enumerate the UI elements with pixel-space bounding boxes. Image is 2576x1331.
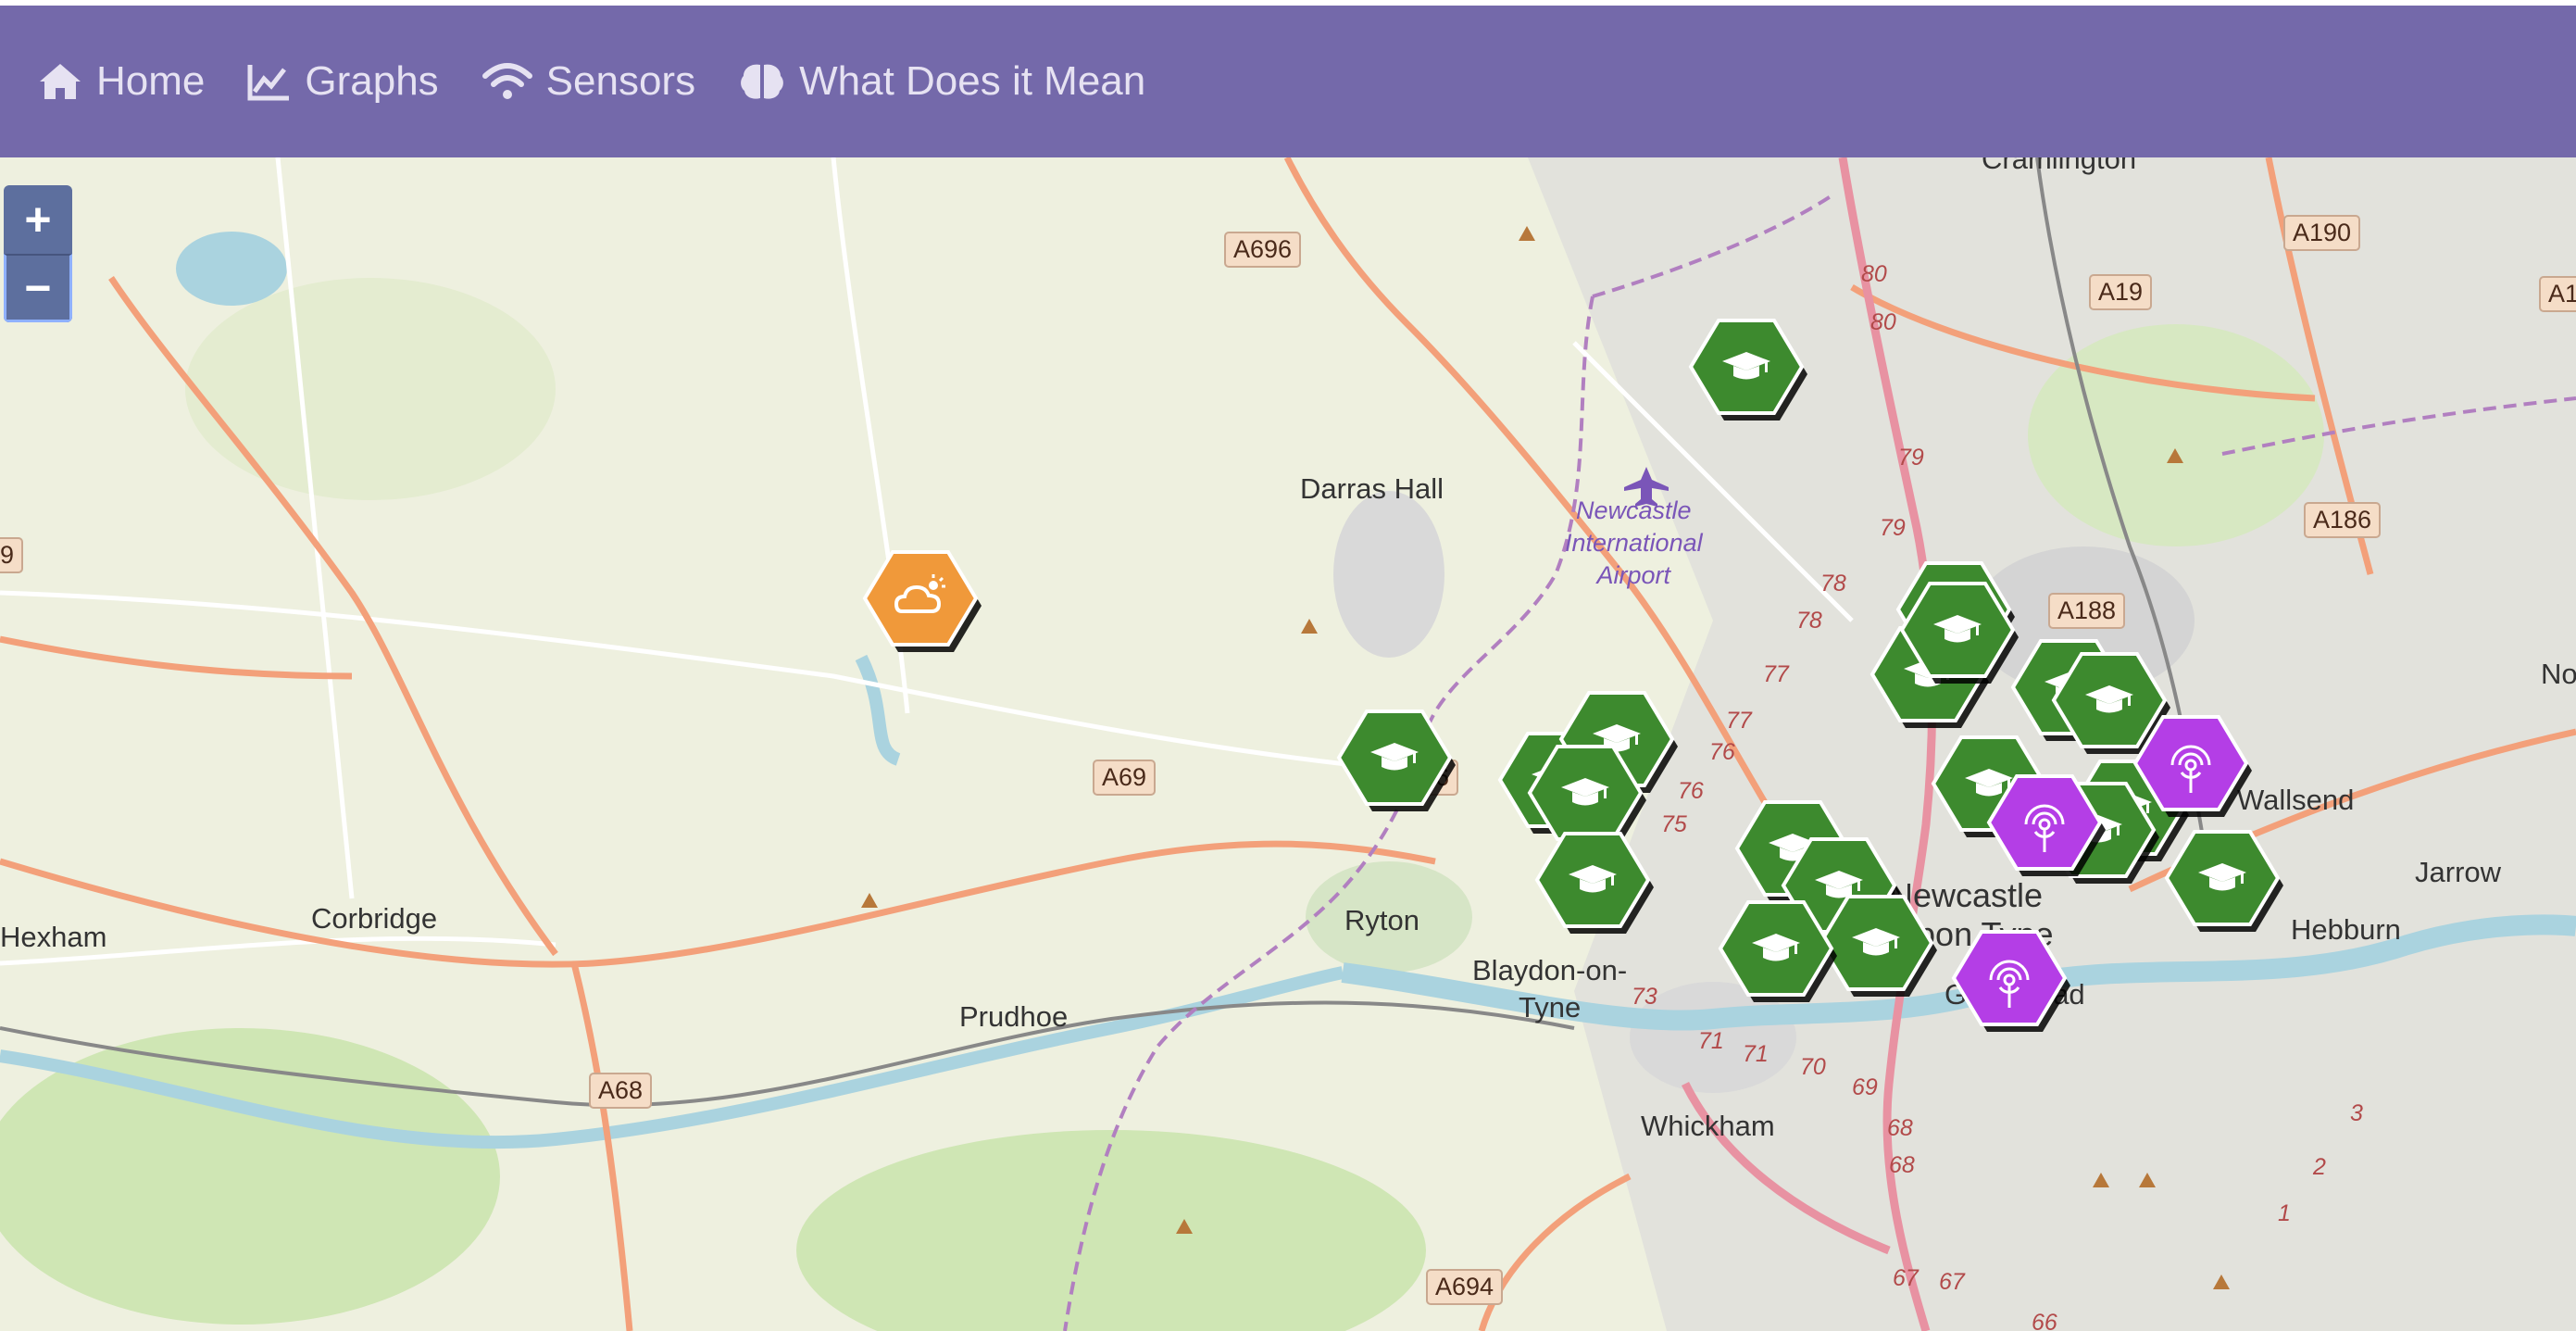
map-view[interactable]: + − Cramlington Darras Hall Hexham Corbr… xyxy=(0,157,2576,1331)
junction-number: 78 xyxy=(1796,608,1822,634)
road-shield: A19 xyxy=(2089,274,2153,310)
broadcast-tower-icon xyxy=(2132,715,2252,817)
junction-number: 68 xyxy=(1887,1115,1913,1141)
road-shield: 9 xyxy=(0,537,24,573)
junction-number: 77 xyxy=(1763,661,1789,687)
navbar: Home Graphs Sensors What Does it Mean xyxy=(0,6,2576,157)
place-label: Prudhoe xyxy=(959,1000,1069,1033)
broadcast-tower-icon xyxy=(1986,774,2106,876)
junction-number: 1 xyxy=(2278,1200,2291,1226)
airport-label-line: Newcastle xyxy=(1576,496,1692,524)
junction-number: 75 xyxy=(1661,811,1687,837)
junction-number: 73 xyxy=(1632,984,1657,1010)
junction-number: 80 xyxy=(1870,309,1896,335)
brain-icon xyxy=(741,64,783,99)
school-marker[interactable] xyxy=(1532,826,1654,941)
nav-graphs-label: Graphs xyxy=(305,58,439,104)
broadcast-tower-icon xyxy=(1951,930,2070,1032)
road-shield: A188 xyxy=(2048,593,2126,629)
junction-number: 66 xyxy=(2032,1310,2057,1331)
nav-graphs[interactable]: Graphs xyxy=(247,58,439,105)
wifi-icon xyxy=(481,63,532,99)
nav-home[interactable]: Home xyxy=(37,58,205,105)
road-shield: A1 xyxy=(2539,276,2576,312)
place-label: Tyne xyxy=(1519,991,1582,1023)
road-shield: A186 xyxy=(2304,502,2382,538)
graduation-cap-icon xyxy=(1718,900,1837,1002)
place-label: Whickham xyxy=(1641,1110,1775,1142)
junction-number: 80 xyxy=(1861,261,1887,287)
junction-number: 68 xyxy=(1889,1152,1915,1178)
junction-number: 67 xyxy=(1893,1265,1919,1291)
road-shield: A69 xyxy=(1093,760,1157,796)
road-shield: A190 xyxy=(2283,215,2361,251)
cloud-sun-icon xyxy=(862,550,982,652)
school-marker[interactable] xyxy=(1685,313,1807,428)
nav-what-does-it-mean[interactable]: What Does it Mean xyxy=(738,58,1145,105)
place-label: Hexham xyxy=(0,921,107,953)
airport-label-line: Airport xyxy=(1596,561,1671,589)
junction-number: 71 xyxy=(1743,1041,1769,1067)
place-label: Ryton xyxy=(1344,904,1419,936)
zoom-control: + − xyxy=(4,185,72,322)
graduation-cap-icon xyxy=(2164,830,2283,932)
nav-home-label: Home xyxy=(96,58,206,104)
graduation-cap-icon xyxy=(1534,832,1654,934)
sensor-marker[interactable] xyxy=(1983,769,2106,884)
sensor-marker[interactable] xyxy=(2130,709,2252,824)
nav-sensors[interactable]: Sensors xyxy=(481,58,695,105)
place-label: Cramlington xyxy=(1982,157,2137,175)
junction-number: 79 xyxy=(1880,515,1906,541)
graduation-cap-icon xyxy=(1688,319,1807,421)
school-marker[interactable] xyxy=(1333,704,1456,819)
nav-what-does-it-mean-label: What Does it Mean xyxy=(799,58,1146,104)
zoom-in-button[interactable]: + xyxy=(4,185,72,254)
place-label: Darras Hall xyxy=(1300,472,1444,505)
school-marker[interactable] xyxy=(1715,895,1837,1010)
junction-number: 71 xyxy=(1698,1028,1724,1054)
junction-number: 78 xyxy=(1820,571,1846,596)
place-label: Corbridge xyxy=(311,902,438,935)
graduation-cap-icon xyxy=(1899,582,2019,684)
junction-number: 69 xyxy=(1852,1074,1878,1100)
place-label: Wallsend xyxy=(2237,784,2355,816)
junction-number: 79 xyxy=(1898,445,1924,471)
zoom-out-button[interactable]: − xyxy=(4,254,72,322)
area-chart-icon xyxy=(247,65,290,101)
junction-number: 70 xyxy=(1800,1054,1826,1080)
junction-number: 2 xyxy=(2313,1154,2326,1180)
graduation-cap-icon xyxy=(1336,709,1456,811)
road-shield: A68 xyxy=(589,1073,653,1109)
junction-number: 67 xyxy=(1939,1269,1965,1295)
weather-marker[interactable] xyxy=(859,545,982,659)
school-marker[interactable] xyxy=(1896,576,2019,691)
airport-label: Newcastle International Airport xyxy=(1565,495,1703,592)
place-label: No xyxy=(2541,658,2576,690)
place-label: Jarrow xyxy=(2415,856,2502,888)
junction-number: 76 xyxy=(1709,739,1735,765)
place-label: Blaydon-on- xyxy=(1472,954,1628,986)
junction-number: 77 xyxy=(1726,708,1752,734)
junction-number: 3 xyxy=(2350,1100,2363,1126)
sensor-marker[interactable] xyxy=(1948,924,2070,1039)
airport-label-line: International xyxy=(1565,529,1703,557)
road-shield: A696 xyxy=(1224,232,1302,268)
school-marker[interactable] xyxy=(2161,824,2283,939)
nav-sensors-label: Sensors xyxy=(545,58,696,104)
junction-number: 76 xyxy=(1678,778,1704,804)
place-label: Hebburn xyxy=(2291,913,2401,946)
road-shield: A694 xyxy=(1426,1269,1504,1305)
home-icon xyxy=(40,64,81,99)
